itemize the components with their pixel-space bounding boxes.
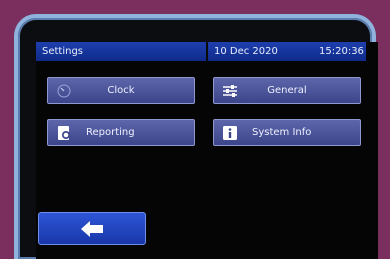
reporting-button[interactable]: Reporting	[47, 119, 195, 146]
clock-button[interactable]: Clock	[47, 77, 195, 104]
general-label: General	[267, 85, 307, 96]
status-bar: Settings 10 Dec 2020 15:20:36	[36, 42, 366, 61]
system-info-label: System Info	[252, 127, 312, 138]
touch-screen: Settings 10 Dec 2020 15:20:36 Clock Gene…	[36, 42, 378, 259]
status-date: 10 Dec 2020	[214, 46, 278, 57]
clock-label: Clock	[107, 85, 135, 96]
info-icon	[223, 126, 237, 140]
report-icon	[58, 126, 70, 140]
status-time: 15:20:36	[319, 46, 364, 57]
arrow-left-icon	[81, 221, 103, 237]
reporting-label: Reporting	[86, 127, 135, 138]
back-button[interactable]	[38, 212, 146, 245]
system-info-button[interactable]: System Info	[213, 119, 361, 146]
screen-title: Settings	[42, 46, 84, 57]
general-button[interactable]: General	[213, 77, 361, 104]
status-divider	[206, 42, 208, 61]
